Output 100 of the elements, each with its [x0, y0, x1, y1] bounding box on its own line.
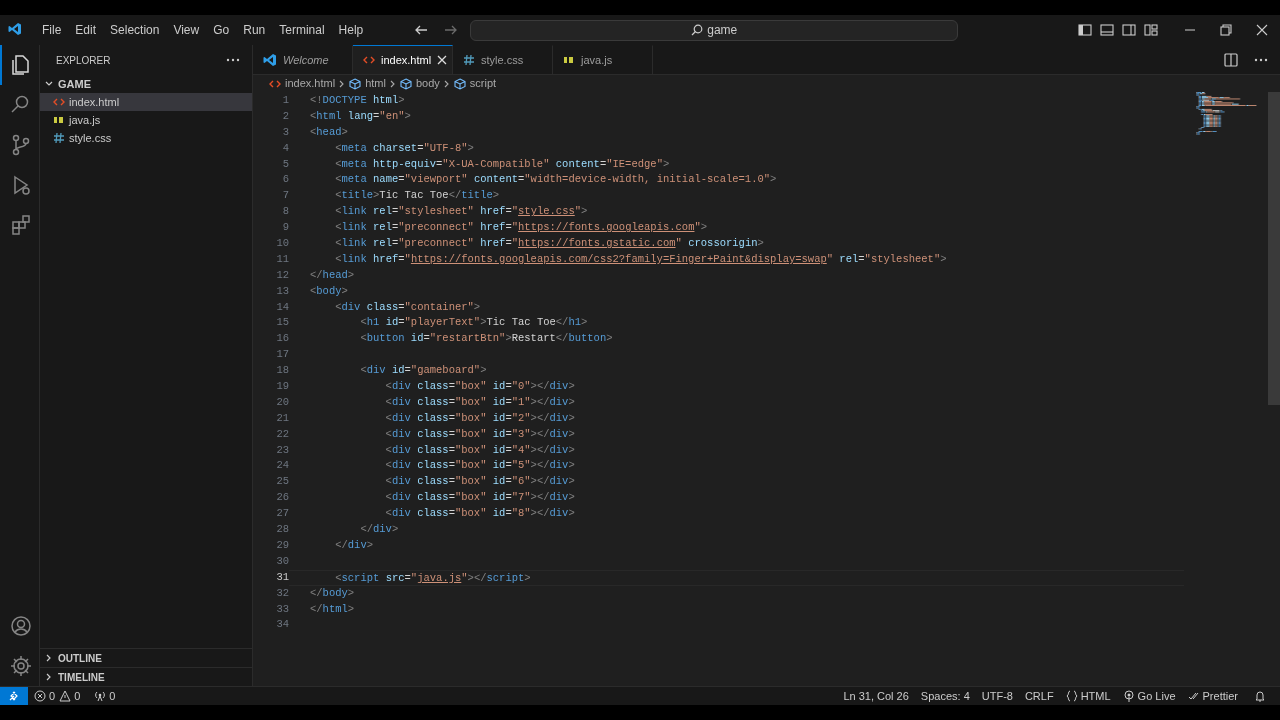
- breadcrumb-item[interactable]: html: [349, 75, 386, 92]
- customize-layout-icon[interactable]: [1144, 23, 1158, 37]
- status-item[interactable]: UTF-8: [975, 687, 1019, 705]
- breadcrumb-item[interactable]: body: [399, 75, 440, 92]
- explorer-entry[interactable]: index.html: [40, 93, 252, 111]
- menu-item[interactable]: Terminal: [272, 21, 332, 39]
- code-line: <script src="java.js"></script>: [334, 570, 531, 585]
- code-line: <link rel="preconnect" href="https://fonts.gstatic.com" crossorigin>: [334, 236, 764, 251]
- close-icon[interactable]: [437, 55, 448, 65]
- scrollbar-thumb[interactable]: [1268, 92, 1280, 405]
- line-number: 31: [275, 569, 289, 585]
- line-number: 25: [275, 474, 289, 490]
- error-count[interactable]: 0: [32, 687, 58, 705]
- menu-item[interactable]: Run: [236, 21, 273, 39]
- cube-icon: [453, 77, 466, 90]
- line-number: 19: [275, 379, 289, 395]
- restore-icon[interactable]: [1220, 24, 1232, 36]
- line-number: 27: [275, 506, 289, 522]
- split-layout-icon[interactable]: [1122, 23, 1136, 37]
- search-field[interactable]: game: [470, 19, 959, 41]
- hash-file-icon: [463, 54, 475, 66]
- chevron-right-icon: [388, 78, 397, 89]
- code-line: </div>: [359, 522, 399, 538]
- code-line: <div class="box" id="6"></div>: [384, 474, 575, 490]
- search-icon: [691, 24, 704, 36]
- menu-item[interactable]: File: [35, 21, 69, 39]
- settings-icon[interactable]: [8, 654, 33, 678]
- sidebar-title: EXPLORER: [56, 53, 111, 68]
- line-number: 33: [275, 601, 289, 617]
- warning-count[interactable]: 0: [57, 687, 83, 705]
- ports-count[interactable]: 0: [88, 687, 122, 705]
- warning-icon: [59, 690, 72, 702]
- account-icon[interactable]: [8, 614, 33, 638]
- status-item[interactable]: Prettier: [1181, 687, 1244, 705]
- status-item[interactable]: CRLF: [1018, 687, 1060, 705]
- forward-arrow-icon[interactable]: [444, 25, 459, 35]
- code-line: <div class="container">: [334, 299, 481, 315]
- line-number: 20: [275, 394, 289, 410]
- explorer-entry[interactable]: java.js: [40, 111, 252, 129]
- menu-item[interactable]: Edit: [68, 21, 104, 39]
- code-line: <div class="box" id="5"></div>: [384, 458, 575, 474]
- code-line: <meta name="viewport" content="width=device-width, initial-scale=1.0">: [334, 172, 777, 188]
- editor-tab[interactable]: index.html: [353, 45, 453, 74]
- code-line: <!DOCTYPE html>: [310, 93, 405, 108]
- menu-item[interactable]: Help: [331, 21, 371, 39]
- status-item[interactable]: Go Live: [1116, 687, 1182, 705]
- breadcrumb-item[interactable]: index.html: [269, 75, 336, 92]
- code-line: </div>: [334, 537, 374, 553]
- menu-item[interactable]: Go: [206, 21, 237, 39]
- remote-icon: [8, 690, 20, 702]
- line-number: 24: [275, 458, 289, 474]
- line-number: 22: [275, 426, 289, 442]
- code-line: <div class="box" id="4"></div>: [384, 442, 575, 458]
- line-number: 5: [281, 156, 289, 172]
- line-number: 30: [275, 553, 289, 569]
- explorer-entry[interactable]: style.css: [40, 129, 252, 147]
- code-line: <div class="box" id="2"></div>: [384, 410, 575, 426]
- line-number: 4: [281, 140, 289, 156]
- back-arrow-icon[interactable]: [414, 25, 429, 35]
- sidebar-layout-icon[interactable]: [1078, 23, 1092, 37]
- panel-layout-icon[interactable]: [1100, 23, 1114, 37]
- close-icon[interactable]: [1256, 24, 1268, 36]
- braces-icon: [1065, 690, 1078, 702]
- broadcast-icon: [1122, 690, 1135, 702]
- status-item[interactable]: Spaces: 4: [914, 687, 976, 705]
- remote-button[interactable]: [0, 687, 28, 705]
- code-line: </body>: [310, 585, 355, 601]
- line-number: 11: [275, 251, 289, 267]
- menu-item[interactable]: Selection: [103, 21, 167, 39]
- bell-icon: [1254, 690, 1266, 702]
- code-line: <body>: [310, 283, 348, 299]
- editor-tab[interactable]: style.css: [453, 45, 553, 74]
- editor-tab[interactable]: java.js: [553, 45, 653, 74]
- more-actions-icon[interactable]: [1254, 57, 1268, 62]
- menu-item[interactable]: View: [166, 21, 207, 39]
- cube-icon: [349, 77, 362, 90]
- code-line: <meta http-equiv="X-UA-Compatible" content="IE=edge">: [334, 156, 670, 172]
- hash-file-icon: [53, 132, 65, 144]
- status-item[interactable]: HTML: [1059, 687, 1117, 705]
- section-header[interactable]: OUTLINE: [40, 648, 252, 667]
- breadcrumb-item[interactable]: script: [453, 75, 497, 92]
- line-number: 14: [275, 299, 289, 315]
- folder-row[interactable]: GAME: [40, 75, 252, 93]
- html-file-icon: [53, 96, 65, 108]
- code-line: <button id="restartBtn">Restart</button>: [359, 331, 613, 347]
- split-editor-icon[interactable]: [1224, 52, 1238, 67]
- line-number: 29: [275, 537, 289, 553]
- status-item[interactable]: Ln 31, Col 26: [837, 687, 915, 705]
- line-number: 21: [275, 410, 289, 426]
- line-number: 16: [275, 331, 289, 347]
- more-actions-icon[interactable]: [226, 58, 240, 62]
- line-number: 18: [275, 363, 289, 379]
- code-line: <div class="box" id="3"></div>: [384, 426, 575, 442]
- double-check-icon: [1187, 690, 1200, 702]
- line-number: 3: [281, 124, 289, 140]
- line-number: 10: [275, 236, 289, 251]
- code-line: <html lang="en">: [310, 108, 411, 124]
- code-line: </head>: [310, 267, 355, 283]
- line-number: 1: [281, 93, 289, 108]
- line-number: 7: [281, 188, 289, 204]
